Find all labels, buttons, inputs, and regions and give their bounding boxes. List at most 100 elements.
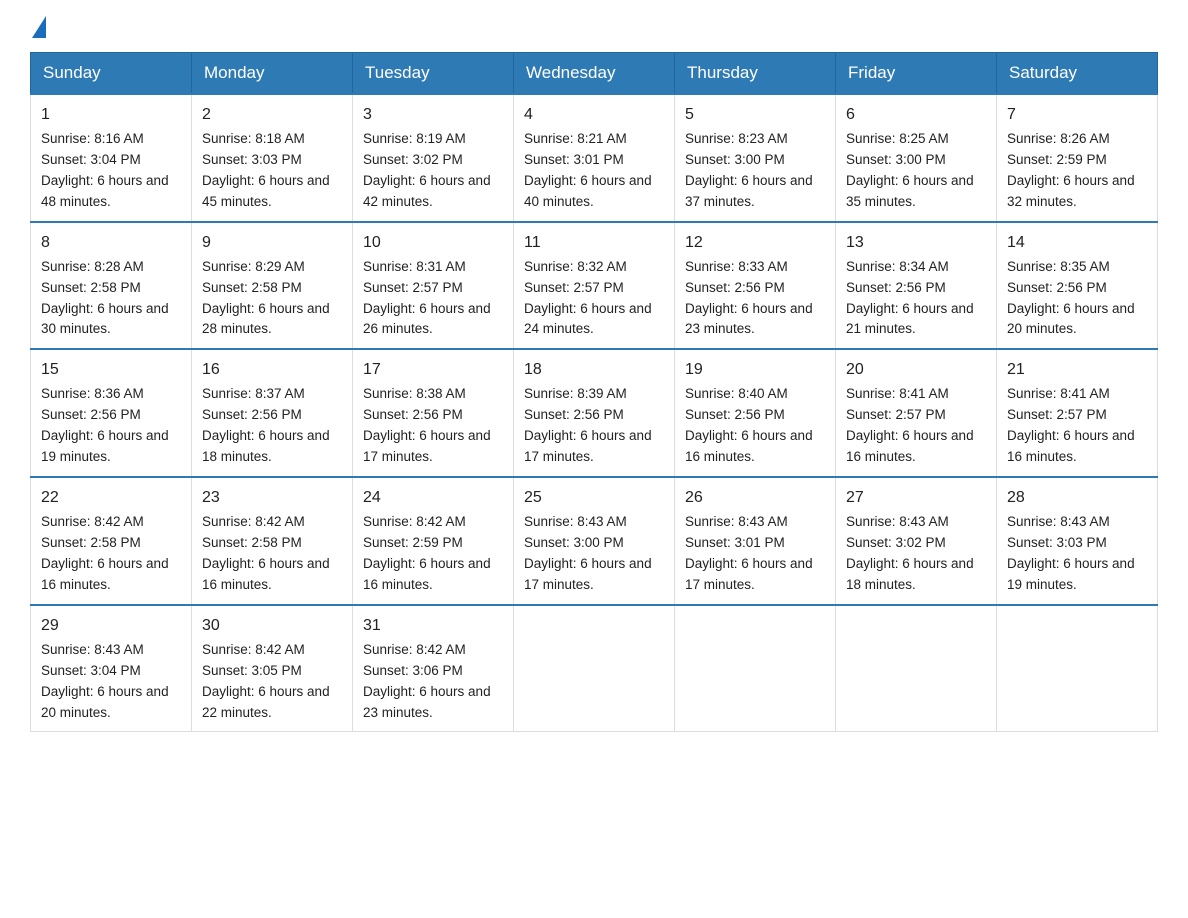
week-row-4: 22 Sunrise: 8:42 AMSunset: 2:58 PMDaylig… <box>31 477 1158 605</box>
day-number: 27 <box>846 486 986 510</box>
day-number: 28 <box>1007 486 1147 510</box>
calendar-cell <box>675 605 836 732</box>
calendar-cell: 29 Sunrise: 8:43 AMSunset: 3:04 PMDaylig… <box>31 605 192 732</box>
calendar-cell: 28 Sunrise: 8:43 AMSunset: 3:03 PMDaylig… <box>997 477 1158 605</box>
week-row-2: 8 Sunrise: 8:28 AMSunset: 2:58 PMDayligh… <box>31 222 1158 350</box>
day-info: Sunrise: 8:18 AMSunset: 3:03 PMDaylight:… <box>202 131 330 209</box>
calendar-cell: 10 Sunrise: 8:31 AMSunset: 2:57 PMDaylig… <box>353 222 514 350</box>
day-info: Sunrise: 8:42 AMSunset: 2:58 PMDaylight:… <box>202 514 330 592</box>
logo-triangle-icon <box>32 16 46 38</box>
calendar-cell: 23 Sunrise: 8:42 AMSunset: 2:58 PMDaylig… <box>192 477 353 605</box>
day-number: 6 <box>846 103 986 127</box>
day-info: Sunrise: 8:42 AMSunset: 3:06 PMDaylight:… <box>363 642 491 720</box>
day-info: Sunrise: 8:38 AMSunset: 2:56 PMDaylight:… <box>363 386 491 464</box>
col-header-sunday: Sunday <box>31 53 192 95</box>
day-info: Sunrise: 8:43 AMSunset: 3:04 PMDaylight:… <box>41 642 169 720</box>
calendar-cell: 22 Sunrise: 8:42 AMSunset: 2:58 PMDaylig… <box>31 477 192 605</box>
logo <box>30 20 46 34</box>
calendar-cell: 20 Sunrise: 8:41 AMSunset: 2:57 PMDaylig… <box>836 349 997 477</box>
day-info: Sunrise: 8:35 AMSunset: 2:56 PMDaylight:… <box>1007 259 1135 337</box>
col-header-monday: Monday <box>192 53 353 95</box>
day-number: 18 <box>524 358 664 382</box>
day-number: 23 <box>202 486 342 510</box>
day-number: 8 <box>41 231 181 255</box>
calendar-cell: 27 Sunrise: 8:43 AMSunset: 3:02 PMDaylig… <box>836 477 997 605</box>
day-info: Sunrise: 8:41 AMSunset: 2:57 PMDaylight:… <box>1007 386 1135 464</box>
day-info: Sunrise: 8:19 AMSunset: 3:02 PMDaylight:… <box>363 131 491 209</box>
day-number: 22 <box>41 486 181 510</box>
calendar-cell: 12 Sunrise: 8:33 AMSunset: 2:56 PMDaylig… <box>675 222 836 350</box>
calendar-cell: 19 Sunrise: 8:40 AMSunset: 2:56 PMDaylig… <box>675 349 836 477</box>
day-info: Sunrise: 8:23 AMSunset: 3:00 PMDaylight:… <box>685 131 813 209</box>
day-number: 16 <box>202 358 342 382</box>
day-info: Sunrise: 8:43 AMSunset: 3:00 PMDaylight:… <box>524 514 652 592</box>
calendar-header-row: SundayMondayTuesdayWednesdayThursdayFrid… <box>31 53 1158 95</box>
day-number: 30 <box>202 614 342 638</box>
calendar-cell: 31 Sunrise: 8:42 AMSunset: 3:06 PMDaylig… <box>353 605 514 732</box>
day-info: Sunrise: 8:41 AMSunset: 2:57 PMDaylight:… <box>846 386 974 464</box>
day-info: Sunrise: 8:26 AMSunset: 2:59 PMDaylight:… <box>1007 131 1135 209</box>
calendar-table: SundayMondayTuesdayWednesdayThursdayFrid… <box>30 52 1158 732</box>
calendar-cell: 14 Sunrise: 8:35 AMSunset: 2:56 PMDaylig… <box>997 222 1158 350</box>
day-number: 3 <box>363 103 503 127</box>
day-info: Sunrise: 8:29 AMSunset: 2:58 PMDaylight:… <box>202 259 330 337</box>
day-number: 19 <box>685 358 825 382</box>
day-number: 26 <box>685 486 825 510</box>
col-header-saturday: Saturday <box>997 53 1158 95</box>
day-info: Sunrise: 8:21 AMSunset: 3:01 PMDaylight:… <box>524 131 652 209</box>
day-number: 13 <box>846 231 986 255</box>
day-number: 10 <box>363 231 503 255</box>
calendar-cell: 7 Sunrise: 8:26 AMSunset: 2:59 PMDayligh… <box>997 94 1158 222</box>
day-number: 1 <box>41 103 181 127</box>
calendar-cell: 21 Sunrise: 8:41 AMSunset: 2:57 PMDaylig… <box>997 349 1158 477</box>
day-info: Sunrise: 8:42 AMSunset: 3:05 PMDaylight:… <box>202 642 330 720</box>
calendar-cell <box>836 605 997 732</box>
day-number: 14 <box>1007 231 1147 255</box>
day-info: Sunrise: 8:42 AMSunset: 2:58 PMDaylight:… <box>41 514 169 592</box>
calendar-cell: 15 Sunrise: 8:36 AMSunset: 2:56 PMDaylig… <box>31 349 192 477</box>
day-number: 29 <box>41 614 181 638</box>
calendar-cell: 26 Sunrise: 8:43 AMSunset: 3:01 PMDaylig… <box>675 477 836 605</box>
calendar-cell <box>514 605 675 732</box>
page-header <box>30 20 1158 34</box>
calendar-cell: 16 Sunrise: 8:37 AMSunset: 2:56 PMDaylig… <box>192 349 353 477</box>
day-info: Sunrise: 8:34 AMSunset: 2:56 PMDaylight:… <box>846 259 974 337</box>
day-info: Sunrise: 8:43 AMSunset: 3:02 PMDaylight:… <box>846 514 974 592</box>
calendar-cell: 4 Sunrise: 8:21 AMSunset: 3:01 PMDayligh… <box>514 94 675 222</box>
day-number: 4 <box>524 103 664 127</box>
day-info: Sunrise: 8:32 AMSunset: 2:57 PMDaylight:… <box>524 259 652 337</box>
day-number: 17 <box>363 358 503 382</box>
week-row-1: 1 Sunrise: 8:16 AMSunset: 3:04 PMDayligh… <box>31 94 1158 222</box>
calendar-cell: 9 Sunrise: 8:29 AMSunset: 2:58 PMDayligh… <box>192 222 353 350</box>
calendar-cell: 24 Sunrise: 8:42 AMSunset: 2:59 PMDaylig… <box>353 477 514 605</box>
day-number: 15 <box>41 358 181 382</box>
day-info: Sunrise: 8:28 AMSunset: 2:58 PMDaylight:… <box>41 259 169 337</box>
col-header-friday: Friday <box>836 53 997 95</box>
day-number: 21 <box>1007 358 1147 382</box>
day-info: Sunrise: 8:33 AMSunset: 2:56 PMDaylight:… <box>685 259 813 337</box>
calendar-cell: 8 Sunrise: 8:28 AMSunset: 2:58 PMDayligh… <box>31 222 192 350</box>
day-number: 5 <box>685 103 825 127</box>
day-number: 25 <box>524 486 664 510</box>
calendar-cell: 2 Sunrise: 8:18 AMSunset: 3:03 PMDayligh… <box>192 94 353 222</box>
calendar-cell: 5 Sunrise: 8:23 AMSunset: 3:00 PMDayligh… <box>675 94 836 222</box>
day-number: 24 <box>363 486 503 510</box>
calendar-cell: 18 Sunrise: 8:39 AMSunset: 2:56 PMDaylig… <box>514 349 675 477</box>
day-info: Sunrise: 8:43 AMSunset: 3:03 PMDaylight:… <box>1007 514 1135 592</box>
day-info: Sunrise: 8:31 AMSunset: 2:57 PMDaylight:… <box>363 259 491 337</box>
day-number: 20 <box>846 358 986 382</box>
day-info: Sunrise: 8:25 AMSunset: 3:00 PMDaylight:… <box>846 131 974 209</box>
col-header-wednesday: Wednesday <box>514 53 675 95</box>
calendar-cell: 3 Sunrise: 8:19 AMSunset: 3:02 PMDayligh… <box>353 94 514 222</box>
day-info: Sunrise: 8:43 AMSunset: 3:01 PMDaylight:… <box>685 514 813 592</box>
calendar-cell: 30 Sunrise: 8:42 AMSunset: 3:05 PMDaylig… <box>192 605 353 732</box>
day-info: Sunrise: 8:42 AMSunset: 2:59 PMDaylight:… <box>363 514 491 592</box>
calendar-cell: 6 Sunrise: 8:25 AMSunset: 3:00 PMDayligh… <box>836 94 997 222</box>
calendar-cell: 13 Sunrise: 8:34 AMSunset: 2:56 PMDaylig… <box>836 222 997 350</box>
day-number: 31 <box>363 614 503 638</box>
week-row-5: 29 Sunrise: 8:43 AMSunset: 3:04 PMDaylig… <box>31 605 1158 732</box>
calendar-cell: 1 Sunrise: 8:16 AMSunset: 3:04 PMDayligh… <box>31 94 192 222</box>
day-info: Sunrise: 8:37 AMSunset: 2:56 PMDaylight:… <box>202 386 330 464</box>
day-info: Sunrise: 8:39 AMSunset: 2:56 PMDaylight:… <box>524 386 652 464</box>
day-number: 9 <box>202 231 342 255</box>
